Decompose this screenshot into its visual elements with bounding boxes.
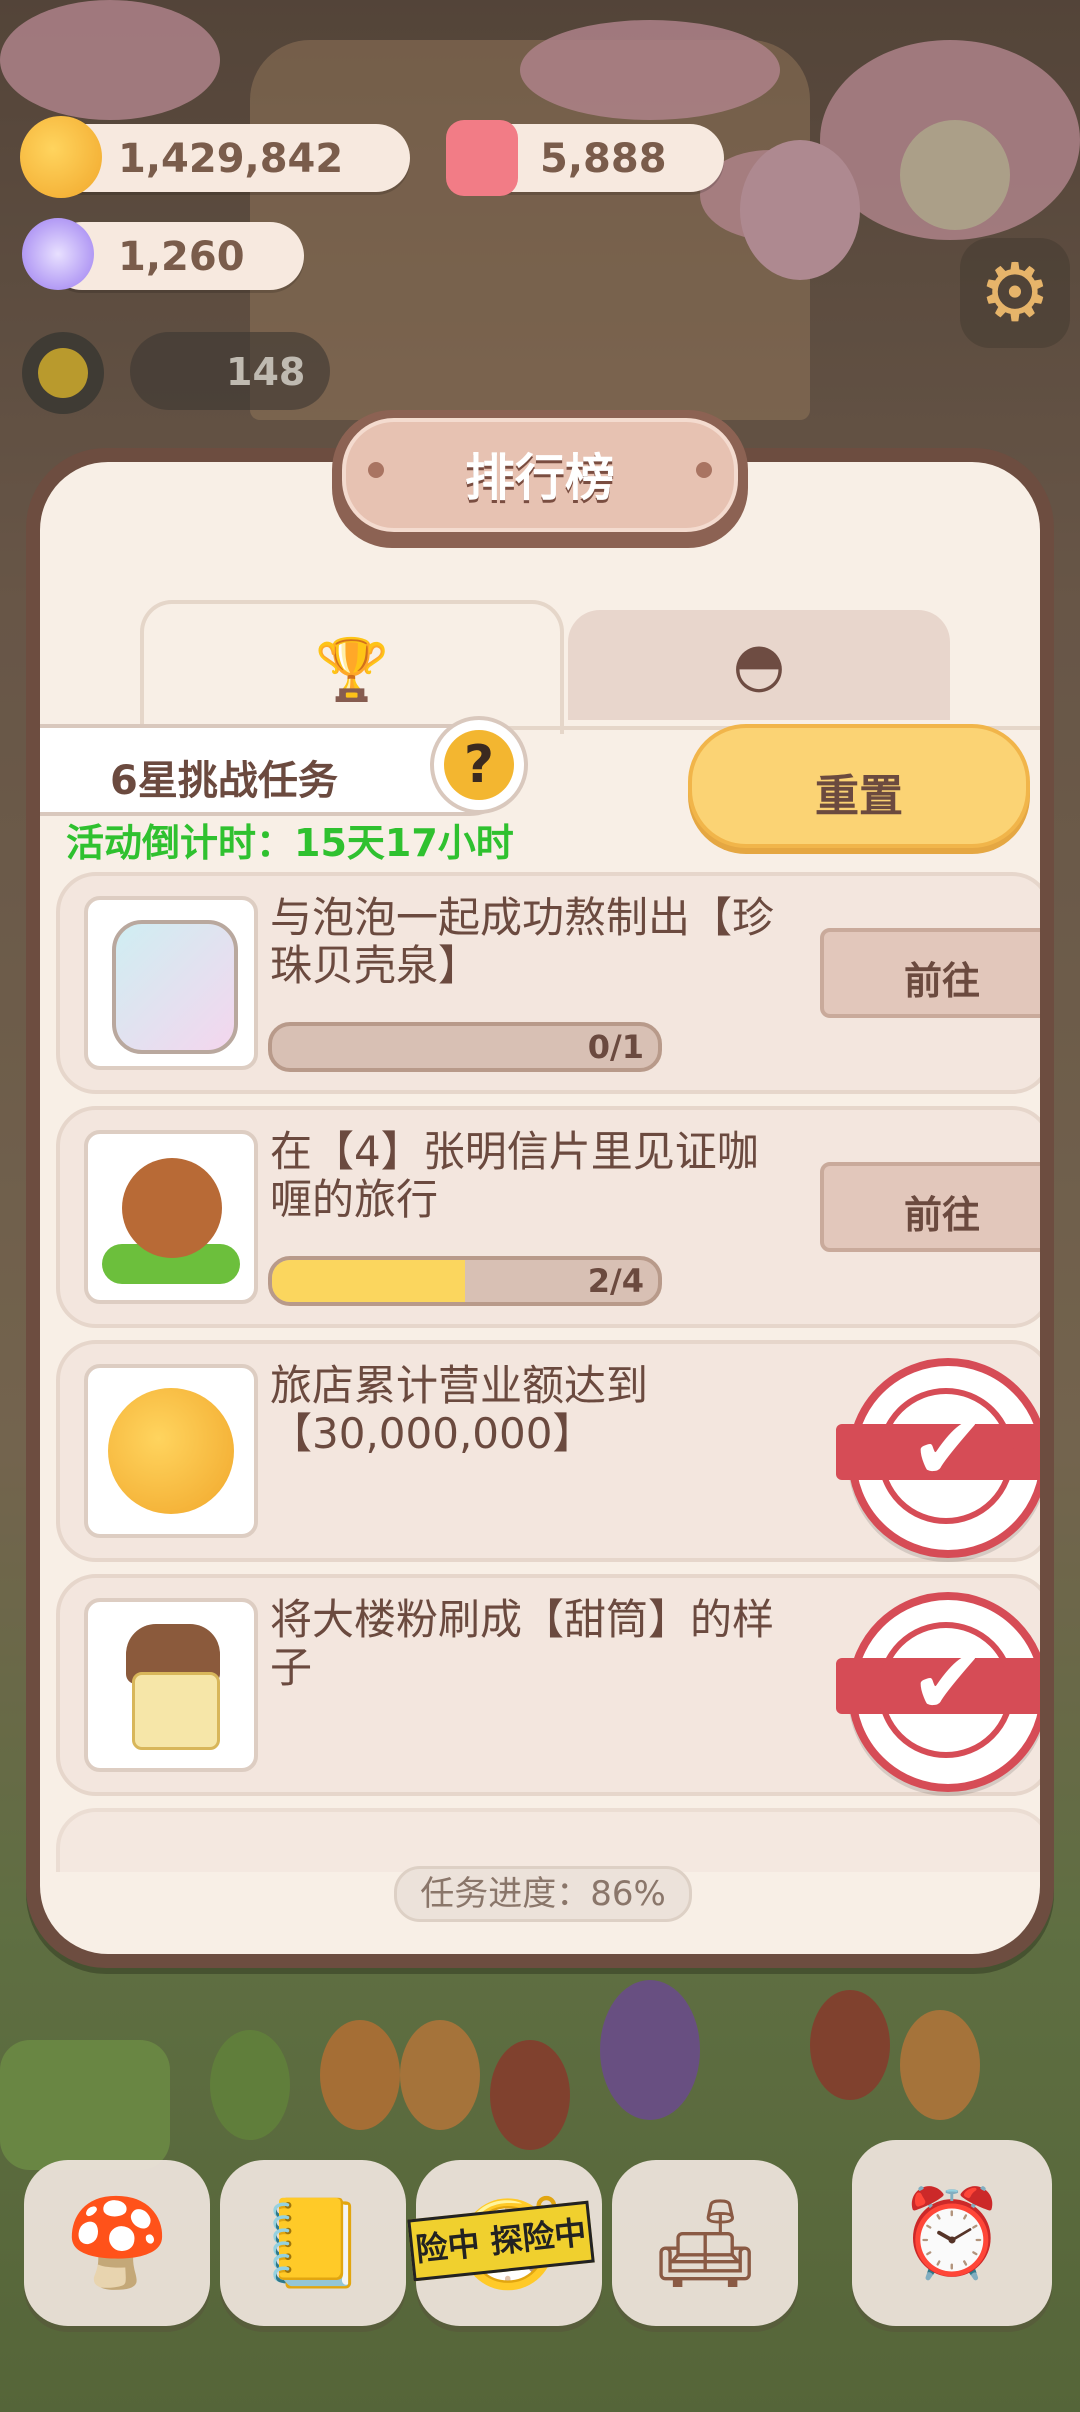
dock-furniture-button[interactable]: 🛋: [612, 2160, 798, 2326]
dock-notebook-button[interactable]: 📒: [220, 2160, 406, 2326]
gold-cookie-coin-icon: [84, 1364, 258, 1538]
event-countdown: 活动倒计时：15天17小时: [66, 821, 514, 865]
task-progress-bar: 2/4: [268, 1256, 662, 1306]
task-item: 将大楼粉刷成【甜筒】的样子 ✔: [56, 1574, 1040, 1796]
task-description: 在【4】张明信片里见证咖喱的旅行: [270, 1127, 759, 1224]
pearl-bottle-icon: [84, 896, 258, 1070]
fish-clock-icon: ⏰: [898, 2183, 1006, 2284]
challenge-label: 6星挑战任务: [110, 758, 338, 804]
mushroom-icon: ◓: [732, 630, 786, 700]
dock-mushroom-house-button[interactable]: 🍄: [24, 2160, 210, 2326]
task-item: 旅店累计营业额达到【30,000,000】 ✔: [56, 1340, 1040, 1562]
task-description: 与泡泡一起成功熬制出【珍珠贝壳泉】: [270, 893, 775, 990]
curry-postcard-icon: [84, 1130, 258, 1304]
crystal-amount: 1,260: [118, 234, 245, 280]
settings-gear-icon[interactable]: ⚙: [960, 238, 1070, 348]
tab-mushroom[interactable]: ◓: [568, 610, 950, 720]
tab-trophy[interactable]: 🏆: [140, 600, 564, 734]
overall-progress-text: 任务进度：86%: [420, 1874, 666, 1914]
panel-title: 排行榜: [465, 449, 615, 507]
help-button[interactable]: ?: [430, 716, 528, 814]
hotel-building-icon: [84, 1598, 258, 1772]
go-button[interactable]: 前往: [820, 1162, 1040, 1252]
panel-body: 🏆 ◓ 6星挑战任务 ? 活动倒计时：15天17小时 重置 与泡泡一起成功熬制出…: [40, 462, 1040, 1954]
task-progress-text: 0/1: [587, 1028, 644, 1066]
mushroom-house-icon: 🍄: [63, 2193, 171, 2294]
helper-counter: 148: [130, 332, 330, 410]
go-label: 前往: [903, 1193, 980, 1237]
reset-button[interactable]: 重置: [688, 724, 1030, 848]
completed-stamp-icon: ✔: [836, 1592, 1040, 1792]
task-item: [56, 1808, 1040, 1872]
task-description: 将大楼粉刷成【甜筒】的样子: [270, 1595, 775, 1692]
go-label: 前往: [903, 959, 980, 1003]
task-progress-text: 2/4: [587, 1262, 644, 1300]
go-button[interactable]: 前往: [820, 928, 1040, 1018]
dock-fish-clock-button[interactable]: ⏰: [852, 2140, 1052, 2326]
task-item: 与泡泡一起成功熬制出【珍珠贝壳泉】 0/1 前往: [56, 872, 1040, 1094]
coin-counter: 1,429,842: [48, 124, 410, 192]
sun-icon[interactable]: [22, 332, 104, 414]
task-description: 旅店累计营业额达到【30,000,000】: [270, 1361, 649, 1458]
pink-gem-icon: [446, 120, 518, 196]
helper-amount: 148: [226, 350, 306, 394]
task-progress-bar: 0/1: [268, 1022, 662, 1072]
overall-progress: 任务进度：86%: [394, 1866, 692, 1922]
trophy-icon: 🏆: [314, 635, 390, 705]
cookie-coin-icon: [20, 116, 102, 198]
furniture-icon: 🛋: [650, 2193, 760, 2294]
reset-label: 重置: [815, 771, 903, 822]
gem-amount: 5,888: [540, 136, 667, 182]
notebook-icon: 📒: [259, 2193, 367, 2294]
coin-amount: 1,429,842: [118, 136, 344, 182]
leaderboard-panel: 🏆 ◓ 6星挑战任务 ? 活动倒计时：15天17小时 重置 与泡泡一起成功熬制出…: [26, 448, 1054, 1968]
question-icon: ?: [444, 730, 514, 800]
title-plate: 排行榜: [332, 410, 748, 548]
task-item: 在【4】张明信片里见证咖喱的旅行 2/4 前往: [56, 1106, 1040, 1328]
completed-stamp-icon: ✔: [836, 1358, 1040, 1558]
crystal-icon: [22, 218, 94, 290]
